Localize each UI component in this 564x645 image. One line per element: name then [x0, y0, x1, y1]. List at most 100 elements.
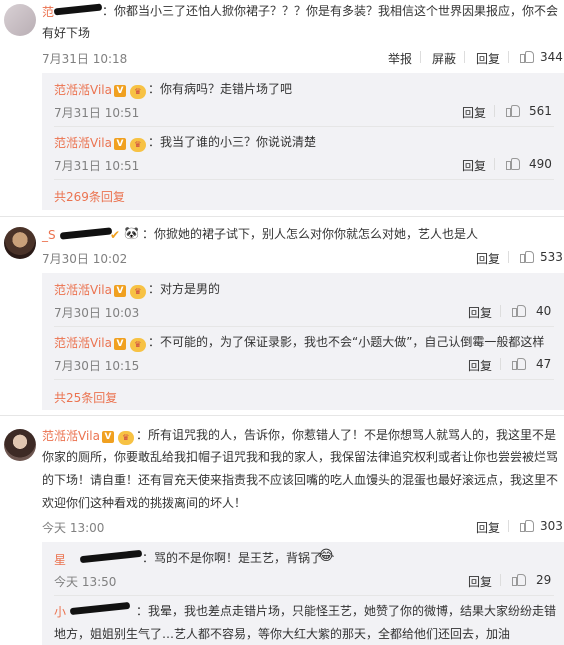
report-button[interactable]: 举报 — [388, 50, 412, 67]
thumbs-up-icon — [520, 519, 534, 532]
verified-badge: V ♛ — [114, 334, 146, 352]
avatar[interactable] — [4, 429, 36, 461]
verified-badge: V ♛ — [114, 81, 146, 99]
commenter-name[interactable]: 范湉湉Vila — [42, 427, 100, 444]
verified-badge: V ♛ — [114, 281, 146, 299]
reply-button[interactable]: 回复 — [476, 250, 500, 267]
reply-time: 7月30日 10:15 — [54, 359, 140, 373]
like-button[interactable] — [512, 573, 526, 587]
like-button[interactable] — [520, 250, 534, 264]
reply-button[interactable]: 回复 — [476, 519, 500, 536]
reply-author-name[interactable]: 范湉湉Vila — [54, 81, 112, 98]
reply-text: ：你有病吗？走错片场了吧 — [148, 82, 293, 96]
like-count: 533 — [540, 250, 563, 264]
reply-text: ：骂的不是你啊！是王艺，背锅了 — [142, 551, 323, 565]
thumbs-up-icon — [520, 50, 534, 63]
comment-text: ：你掀她的裙子试下，别人怎么对你你就怎么对她，艺人也是人 — [142, 227, 479, 241]
like-button[interactable] — [506, 104, 520, 118]
redaction-scribble — [53, 3, 103, 16]
verified-badge: V ♛ — [102, 427, 134, 445]
comment-time: 7月31日 10:18 — [42, 52, 128, 66]
like-count: 47 — [536, 357, 552, 371]
reply-text: 地方，姐姐别生气了…艺人都不容易，等你大红大紫的那天，全都给他们还回去，加油 — [54, 627, 511, 641]
laughing-emoji-icon: 😂 — [318, 548, 335, 564]
divider — [0, 216, 564, 217]
reply-button[interactable]: 回复 — [468, 304, 492, 321]
comment-text: 欢迎你们这种看戏的挑拨离间的坏人！ — [42, 496, 247, 510]
crown-icon: ♛ — [129, 138, 146, 152]
reply-text: ：对方是男的 — [148, 282, 221, 296]
like-count: 561 — [529, 104, 552, 118]
divider — [500, 358, 501, 370]
like-count: 303 — [540, 519, 563, 533]
crown-icon: ♛ — [117, 431, 134, 445]
thumbs-up-icon — [512, 304, 526, 317]
reply-button[interactable]: 回复 — [468, 357, 492, 374]
view-more-replies-link[interactable]: 共269条回复 — [54, 188, 125, 205]
divider — [464, 51, 465, 63]
divider — [494, 105, 495, 117]
divider — [508, 51, 509, 63]
comment-text: 的下场！请自重！还有冒充天使来指责我不应该回嘴的吃人血馒头的混蛋也最好滚远点，我… — [42, 473, 559, 487]
divider — [508, 520, 509, 532]
crown-icon: ♛ — [129, 285, 146, 299]
divider — [54, 126, 554, 127]
reply-author-name[interactable]: 范湉湉Vila — [54, 134, 112, 151]
comment-text: ：你都当小三了还怕人掀你裙子？？？你是有多装？我相信这个世界因果报应，你不会 — [102, 4, 559, 18]
like-count: 40 — [536, 304, 552, 318]
reply-button[interactable]: 回复 — [462, 157, 486, 174]
like-button[interactable] — [512, 304, 526, 318]
thumbs-up-icon — [512, 357, 526, 370]
view-more-replies-link[interactable]: 共25条回复 — [54, 389, 117, 406]
reply-text: ：我当了谁的小三？你说说清楚 — [148, 135, 317, 149]
comment-text: 你家的厕所，你要敢乱给我扣帽子诅咒我和我的家人，我保留法律追究权利或者让你也尝尝… — [42, 450, 559, 464]
like-button[interactable] — [520, 50, 534, 64]
reply-text: ：我晕，我也差点走错片场，只能怪王艺，她赞了你的微博，结果大家纷纷走错 — [136, 604, 557, 618]
divider — [54, 595, 554, 596]
commenter-name[interactable]: 范 — [42, 3, 54, 20]
crown-icon: ♛ — [129, 338, 146, 352]
like-button[interactable] — [512, 357, 526, 371]
block-button[interactable]: 屏蔽 — [432, 50, 456, 67]
redaction-scribble — [59, 227, 113, 240]
thumbs-up-icon — [520, 250, 534, 263]
reply-author-name[interactable]: 小 — [54, 603, 66, 620]
like-button[interactable] — [506, 157, 520, 171]
reply-time: 7月30日 10:03 — [54, 306, 140, 320]
comment-text: ：所有诅咒我的人，告诉你，你惹错人了！不是你想骂人就骂人的，我这里不是 — [136, 428, 557, 442]
reply-button[interactable]: 回复 — [476, 50, 500, 67]
like-count: 344 — [540, 50, 563, 64]
reply-time: 今天 13:50 — [54, 575, 117, 589]
like-button[interactable] — [520, 519, 534, 533]
thumbs-up-icon — [506, 157, 520, 170]
divider — [54, 379, 554, 380]
comment-time: 7月30日 10:02 — [42, 252, 128, 266]
reply-author-name[interactable]: 范湉湉Vila — [54, 334, 112, 351]
panda-icon: 🐼 — [124, 226, 139, 240]
avatar[interactable] — [4, 227, 36, 259]
divider — [420, 51, 421, 63]
divider — [508, 251, 509, 263]
verified-badge: V ♛ — [114, 134, 146, 152]
divider — [0, 415, 564, 416]
crown-icon: ♛ — [129, 85, 146, 99]
reply-button[interactable]: 回复 — [468, 573, 492, 590]
divider — [500, 574, 501, 586]
reply-author-name[interactable]: 范湉湉Vila — [54, 281, 112, 298]
thumbs-up-icon — [506, 104, 520, 117]
divider — [54, 179, 554, 180]
divider — [494, 158, 495, 170]
reply-button[interactable]: 回复 — [462, 104, 486, 121]
reply-author-name[interactable]: 星 — [54, 551, 66, 568]
comment-text: 有好下场 — [42, 26, 91, 40]
comment-time: 今天 13:00 — [42, 521, 105, 535]
divider — [54, 326, 554, 327]
reply-time: 7月31日 10:51 — [54, 106, 140, 120]
like-count: 29 — [536, 573, 552, 587]
reply-time: 7月31日 10:51 — [54, 159, 140, 173]
avatar[interactable] — [4, 4, 36, 36]
like-count: 490 — [529, 157, 552, 171]
divider — [500, 305, 501, 317]
commenter-name[interactable]: _S — [42, 228, 56, 242]
reply-text: ：不可能的，为了保证录影，我也不会“小题大做”，自己认倒霉一般都这样 — [148, 335, 545, 349]
